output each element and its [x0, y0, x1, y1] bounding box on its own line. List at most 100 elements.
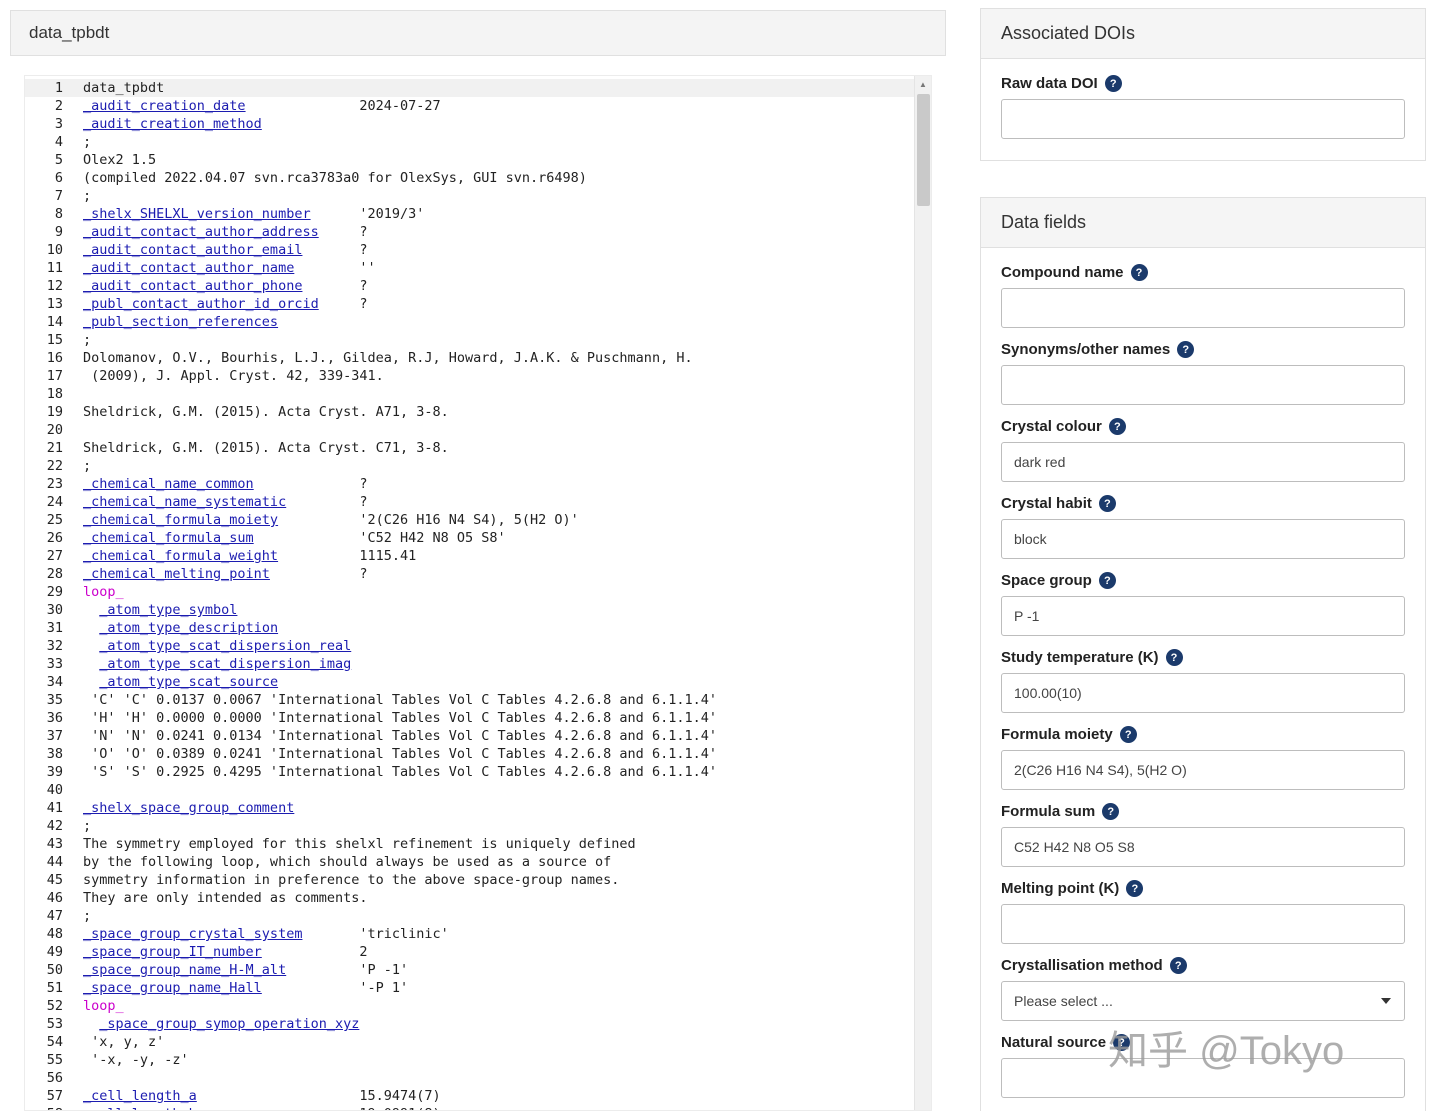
cif-key: _audit_contact_author_name — [83, 260, 295, 276]
help-icon[interactable]: ? — [1165, 649, 1183, 666]
line-number: 32 — [46, 638, 63, 654]
data-fields-card: Data fields Compound name? Synonyms/other… — [980, 197, 1426, 1111]
editor-scrollbar[interactable]: ▲ — [914, 76, 931, 1110]
cif-text: ? — [286, 494, 368, 510]
help-icon[interactable]: ? — [1130, 264, 1148, 281]
help-icon[interactable]: ? — [1098, 572, 1116, 589]
cif-key: _audit_contact_author_address — [83, 224, 319, 240]
file-title: data_tpbdt — [10, 10, 946, 56]
help-icon[interactable]: ? — [1119, 726, 1137, 743]
crystal-habit-input[interactable] — [1001, 519, 1405, 559]
line-number: 46 — [46, 890, 63, 906]
cif-text: ? — [302, 242, 368, 258]
code-line: 18 — [25, 385, 914, 403]
help-icon[interactable]: ? — [1177, 341, 1195, 358]
line-number: 38 — [46, 746, 63, 762]
line-number: 56 — [46, 1070, 63, 1086]
formula-sum-input[interactable] — [1001, 827, 1405, 867]
associated-dois-title: Associated DOIs — [981, 9, 1425, 59]
help-icon[interactable]: ? — [1104, 75, 1122, 92]
code-line: 34 _atom_type_scat_source — [25, 673, 914, 691]
crystal-colour-input[interactable] — [1001, 442, 1405, 482]
crystallisation-method-select[interactable]: Please select ... — [1001, 981, 1405, 1021]
line-number: 31 — [46, 620, 63, 636]
line-number: 17 — [46, 368, 63, 384]
cif-key: _atom_type_scat_dispersion_real — [99, 638, 352, 654]
formula-moiety-input[interactable] — [1001, 750, 1405, 790]
cif-text: Sheldrick, G.M. (2015). Acta Cryst. C71,… — [83, 440, 449, 456]
cif-key: _shelx_SHELXL_version_number — [83, 206, 311, 222]
line-number: 15 — [46, 332, 63, 348]
help-icon[interactable]: ? — [1113, 1034, 1131, 1051]
line-number: 19 — [46, 404, 63, 420]
cif-key: _cell_length_a — [83, 1088, 197, 1104]
cif-editor[interactable]: 1 data_tpbdt 2 _audit_creation_date 2024-07… — [24, 75, 932, 1111]
line-number: 5 — [54, 152, 63, 168]
line-number: 47 — [46, 908, 63, 924]
line-number: 45 — [46, 872, 63, 888]
field-label-text: Compound name — [1001, 264, 1124, 281]
code-line: 9 _audit_contact_author_address ? — [25, 223, 914, 241]
line-number: 41 — [46, 800, 63, 816]
line-number: 34 — [46, 674, 63, 690]
cif-text: '2(C26 H16 N4 S4), 5(H2 O)' — [278, 512, 579, 528]
line-number: 29 — [46, 584, 63, 600]
study-temperature-k-input[interactable] — [1001, 673, 1405, 713]
help-icon[interactable]: ? — [1102, 803, 1120, 820]
compound-name-input[interactable] — [1001, 288, 1405, 328]
line-number: 55 — [46, 1052, 63, 1068]
natural-source-input[interactable] — [1001, 1058, 1405, 1098]
help-icon[interactable]: ? — [1098, 495, 1116, 512]
cif-key: _space_group_name_H-M_alt — [83, 962, 287, 978]
cif-text: 15.9474(7) — [196, 1088, 441, 1104]
synonyms-other-names-input[interactable] — [1001, 365, 1405, 405]
line-number: 4 — [54, 134, 63, 150]
crystal-colour-field: Crystal colour? — [1001, 418, 1405, 482]
code-line: 42; — [25, 817, 914, 835]
line-number: 8 — [54, 206, 63, 222]
cif-text — [83, 638, 99, 654]
cif-text: 'S' 'S' 0.2925 0.4295 'International Tab… — [83, 764, 717, 780]
synonyms-other-names-field: Synonyms/other names? — [1001, 341, 1405, 405]
code-line: 57 _cell_length_a 15.9474(7) — [25, 1087, 914, 1105]
field-label-text: Natural source — [1001, 1034, 1107, 1051]
cif-text: 'C' 'C' 0.0137 0.0067 'International Tab… — [83, 692, 717, 708]
formula-sum-label: Formula sum? — [1001, 803, 1405, 820]
cif-text: ; — [83, 458, 92, 474]
help-icon[interactable]: ? — [1169, 957, 1187, 974]
help-icon[interactable]: ? — [1108, 418, 1126, 435]
code-line: 50 _space_group_name_H-M_alt 'P -1' — [25, 961, 914, 979]
cif-key: _audit_contact_author_phone — [83, 278, 303, 294]
code-line: 13 _publ_contact_author_id_orcid ? — [25, 295, 914, 313]
code-line: 8 _shelx_SHELXL_version_number '2019/3' — [25, 205, 914, 223]
cif-key: _publ_contact_author_id_orcid — [83, 296, 319, 312]
line-number: 58 — [25, 1105, 83, 1110]
cif-key: _space_group_symop_operation_xyz — [99, 1016, 360, 1032]
line-number: 18 — [46, 386, 63, 402]
cif-text: ; — [83, 818, 92, 834]
code-line: 16 Dolomanov, O.V., Bourhis, L.J., Gildea… — [25, 349, 914, 367]
raw-data-doi-input[interactable] — [1001, 99, 1405, 139]
cif-text: 'P -1' — [286, 962, 409, 978]
space-group-input[interactable] — [1001, 596, 1405, 636]
code-line: 25 _chemical_formula_moiety '2(C26 H16 N4… — [25, 511, 914, 529]
scrollbar-up-icon[interactable]: ▲ — [915, 76, 931, 93]
crystallisation-method-label: Crystallisation method? — [1001, 957, 1405, 974]
line-number: 9 — [54, 224, 63, 240]
study-temperature-k-label: Study temperature (K)? — [1001, 649, 1405, 666]
code-line: 3 _audit_creation_method — [25, 115, 914, 133]
cif-text: '' — [294, 260, 376, 276]
code-line: 32 _atom_type_scat_dispersion_real — [25, 637, 914, 655]
code-line: 4; — [25, 133, 914, 151]
line-number: 35 — [46, 692, 63, 708]
scrollbar-thumb[interactable] — [917, 94, 930, 206]
cif-text: ; — [83, 134, 92, 150]
code-line: 39 'S' 'S' 0.2925 0.4295 'International … — [25, 763, 914, 781]
cif-text: ? — [318, 224, 368, 240]
help-icon[interactable]: ? — [1126, 880, 1144, 897]
cif-text: 'H' 'H' 0.0000 0.0000 'International Tab… — [83, 710, 717, 726]
melting-point-k-input[interactable] — [1001, 904, 1405, 944]
cif-text: 1115.41 — [278, 548, 417, 564]
code-line: 47; — [25, 907, 914, 925]
code-area[interactable]: 1 data_tpbdt 2 _audit_creation_date 2024-07… — [25, 76, 914, 1110]
